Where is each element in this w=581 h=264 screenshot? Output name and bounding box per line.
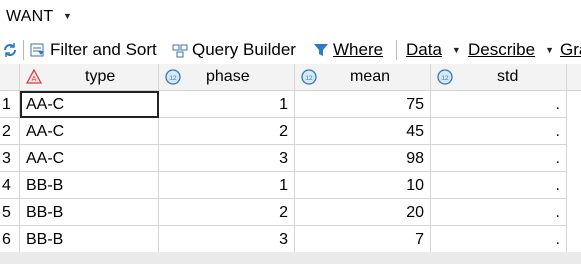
data-grid: A type 12 phase 12 mean 12 std 1 AA-C 1 … [0,64,581,264]
cell-type[interactable]: BB-B [20,172,159,199]
cell-mean[interactable]: 7 [295,226,431,253]
column-label: phase [206,68,250,85]
table-title-bar: WANT ▼ [0,0,581,36]
table-row[interactable]: 2 AA-C 2 45. [0,118,581,145]
row-number: 6 [0,226,20,253]
column-header-type[interactable]: A type [20,64,159,90]
table-row[interactable]: 6 BB-B 3 7. [0,226,581,253]
cell-mean[interactable]: 20 [295,199,431,226]
character-column-icon: A [26,69,42,84]
table-row[interactable]: 1 AA-C 1 75. [0,91,581,118]
column-header-mean[interactable]: 12 mean [295,64,431,90]
cell-phase[interactable]: 3 [159,226,295,253]
cell-mean[interactable]: 98 [295,145,431,172]
describe-menu-label: Describe [468,40,536,59]
data-menu[interactable]: Data ▼ [406,39,461,61]
table-row[interactable]: 3 AA-C 3 98. [0,145,581,172]
filter-sort-button[interactable]: Filter and Sort [30,39,157,61]
refresh-button[interactable] [2,39,18,61]
table-title: WANT [6,8,54,25]
row-number: 2 [0,118,20,145]
cell-phase[interactable]: 1 [159,172,295,199]
query-builder-button[interactable]: Query Builder [172,39,296,61]
chevron-down-icon: ▼ [545,45,555,55]
toolbar-separator [23,40,24,60]
where-label: Where [333,40,384,59]
svg-text:12: 12 [305,75,313,82]
table-row[interactable]: 5 BB-B 2 20. [0,199,581,226]
describe-menu[interactable]: Describe ▼ [468,39,554,61]
cell-phase[interactable]: 1 [159,91,295,118]
query-builder-label: Query Builder [192,40,296,59]
cell-type[interactable]: AA-C [20,118,159,145]
filter-sort-label: Filter and Sort [50,40,157,59]
filter-sort-icon [30,43,44,57]
cell-mean[interactable]: 10 [295,172,431,199]
column-header-std[interactable]: 12 std [431,64,567,90]
column-label: mean [350,68,391,85]
graph-menu-label: Gra [560,40,581,59]
refresh-icon [4,43,16,57]
cell-type[interactable]: AA-C [20,91,159,118]
cell-mean[interactable]: 45 [295,118,431,145]
cell-std[interactable]: . [431,226,567,253]
table-row[interactable]: 4 BB-B 1 10. [0,172,581,199]
where-button[interactable]: Where [313,39,383,61]
cell-std[interactable]: . [431,199,567,226]
numeric-column-icon: 12 [165,69,181,85]
cell-phase[interactable]: 2 [159,118,295,145]
cell-type[interactable]: AA-C [20,145,159,172]
title-dropdown-icon[interactable]: ▼ [63,11,72,21]
cell-std[interactable]: . [431,145,567,172]
column-header-phase[interactable]: 12 phase [159,64,295,90]
row-header-corner [0,64,20,90]
row-number: 1 [0,91,20,118]
svg-text:A: A [32,76,37,83]
cell-phase[interactable]: 3 [159,145,295,172]
svg-text:12: 12 [441,75,449,82]
svg-text:12: 12 [169,75,177,82]
column-label: std [497,68,519,85]
cell-phase[interactable]: 2 [159,199,295,226]
row-number: 5 [0,199,20,226]
row-number: 3 [0,145,20,172]
row-number: 4 [0,172,20,199]
query-builder-icon [172,44,188,58]
cell-std[interactable]: . [431,118,567,145]
numeric-column-icon: 12 [301,69,317,85]
cell-mean[interactable]: 75 [295,91,431,118]
column-label: type [85,68,116,85]
graph-menu[interactable]: Gra [560,39,581,61]
data-menu-label: Data [406,40,442,59]
numeric-column-icon: 12 [437,69,453,85]
grid-header: A type 12 phase 12 mean 12 std [0,64,581,91]
cell-std[interactable]: . [431,91,567,118]
cell-type[interactable]: BB-B [20,199,159,226]
grid-empty-area [0,252,581,264]
cell-type[interactable]: BB-B [20,226,159,253]
funnel-icon [314,44,328,56]
chevron-down-icon: ▼ [451,45,461,55]
toolbar-separator [396,40,397,60]
toolbar: Filter and Sort Query Builder Where Data… [0,36,581,64]
cell-std[interactable]: . [431,172,567,199]
